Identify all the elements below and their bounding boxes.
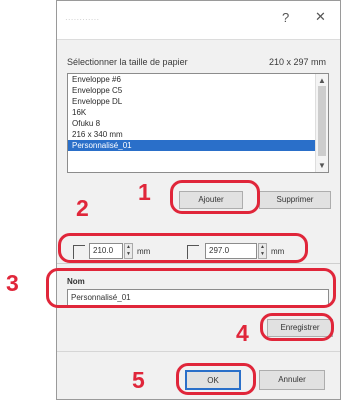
callout-add — [170, 180, 260, 214]
list-item[interactable]: Enveloppe DL — [68, 96, 328, 107]
step-number-3: 3 — [6, 270, 19, 296]
divider — [57, 351, 340, 352]
paper-size-label: Sélectionner la taille de papier — [67, 57, 188, 67]
step-number-5: 5 — [132, 367, 145, 393]
list-item[interactable]: Ofuku 8 — [68, 118, 328, 129]
paper-size-readout: 210 x 297 mm — [269, 57, 327, 67]
paper-size-list[interactable]: Enveloppe #6 Enveloppe C5 Enveloppe DL 1… — [67, 73, 329, 173]
callout-save — [260, 313, 334, 341]
title-bar: ············ ? ✕ — [57, 1, 340, 40]
list-item[interactable]: 16K — [68, 107, 328, 118]
list-item-selected[interactable]: Personnalisé_01 — [68, 140, 328, 151]
step-number-1: 1 — [138, 179, 151, 205]
close-button[interactable]: ✕ — [315, 9, 326, 25]
delete-button[interactable]: Supprimer — [259, 191, 331, 209]
step-number-4: 4 — [236, 320, 249, 346]
list-item[interactable]: Enveloppe C5 — [68, 85, 328, 96]
list-item[interactable]: Enveloppe #6 — [68, 74, 328, 85]
callout-dimensions — [58, 233, 308, 263]
step-number-2: 2 — [76, 195, 89, 221]
scroll-thumb[interactable] — [318, 86, 326, 156]
chevron-down-icon[interactable]: ▼ — [318, 161, 326, 170]
list-scrollbar[interactable]: ▲ ▼ — [315, 74, 328, 172]
list-item[interactable]: 216 x 340 mm — [68, 129, 328, 140]
dialog-title: ············ — [65, 15, 100, 24]
callout-ok — [176, 363, 256, 395]
chevron-up-icon[interactable]: ▲ — [318, 76, 326, 85]
callout-name — [46, 268, 336, 308]
cancel-button[interactable]: Annuler — [259, 370, 325, 390]
help-button[interactable]: ? — [282, 10, 289, 25]
